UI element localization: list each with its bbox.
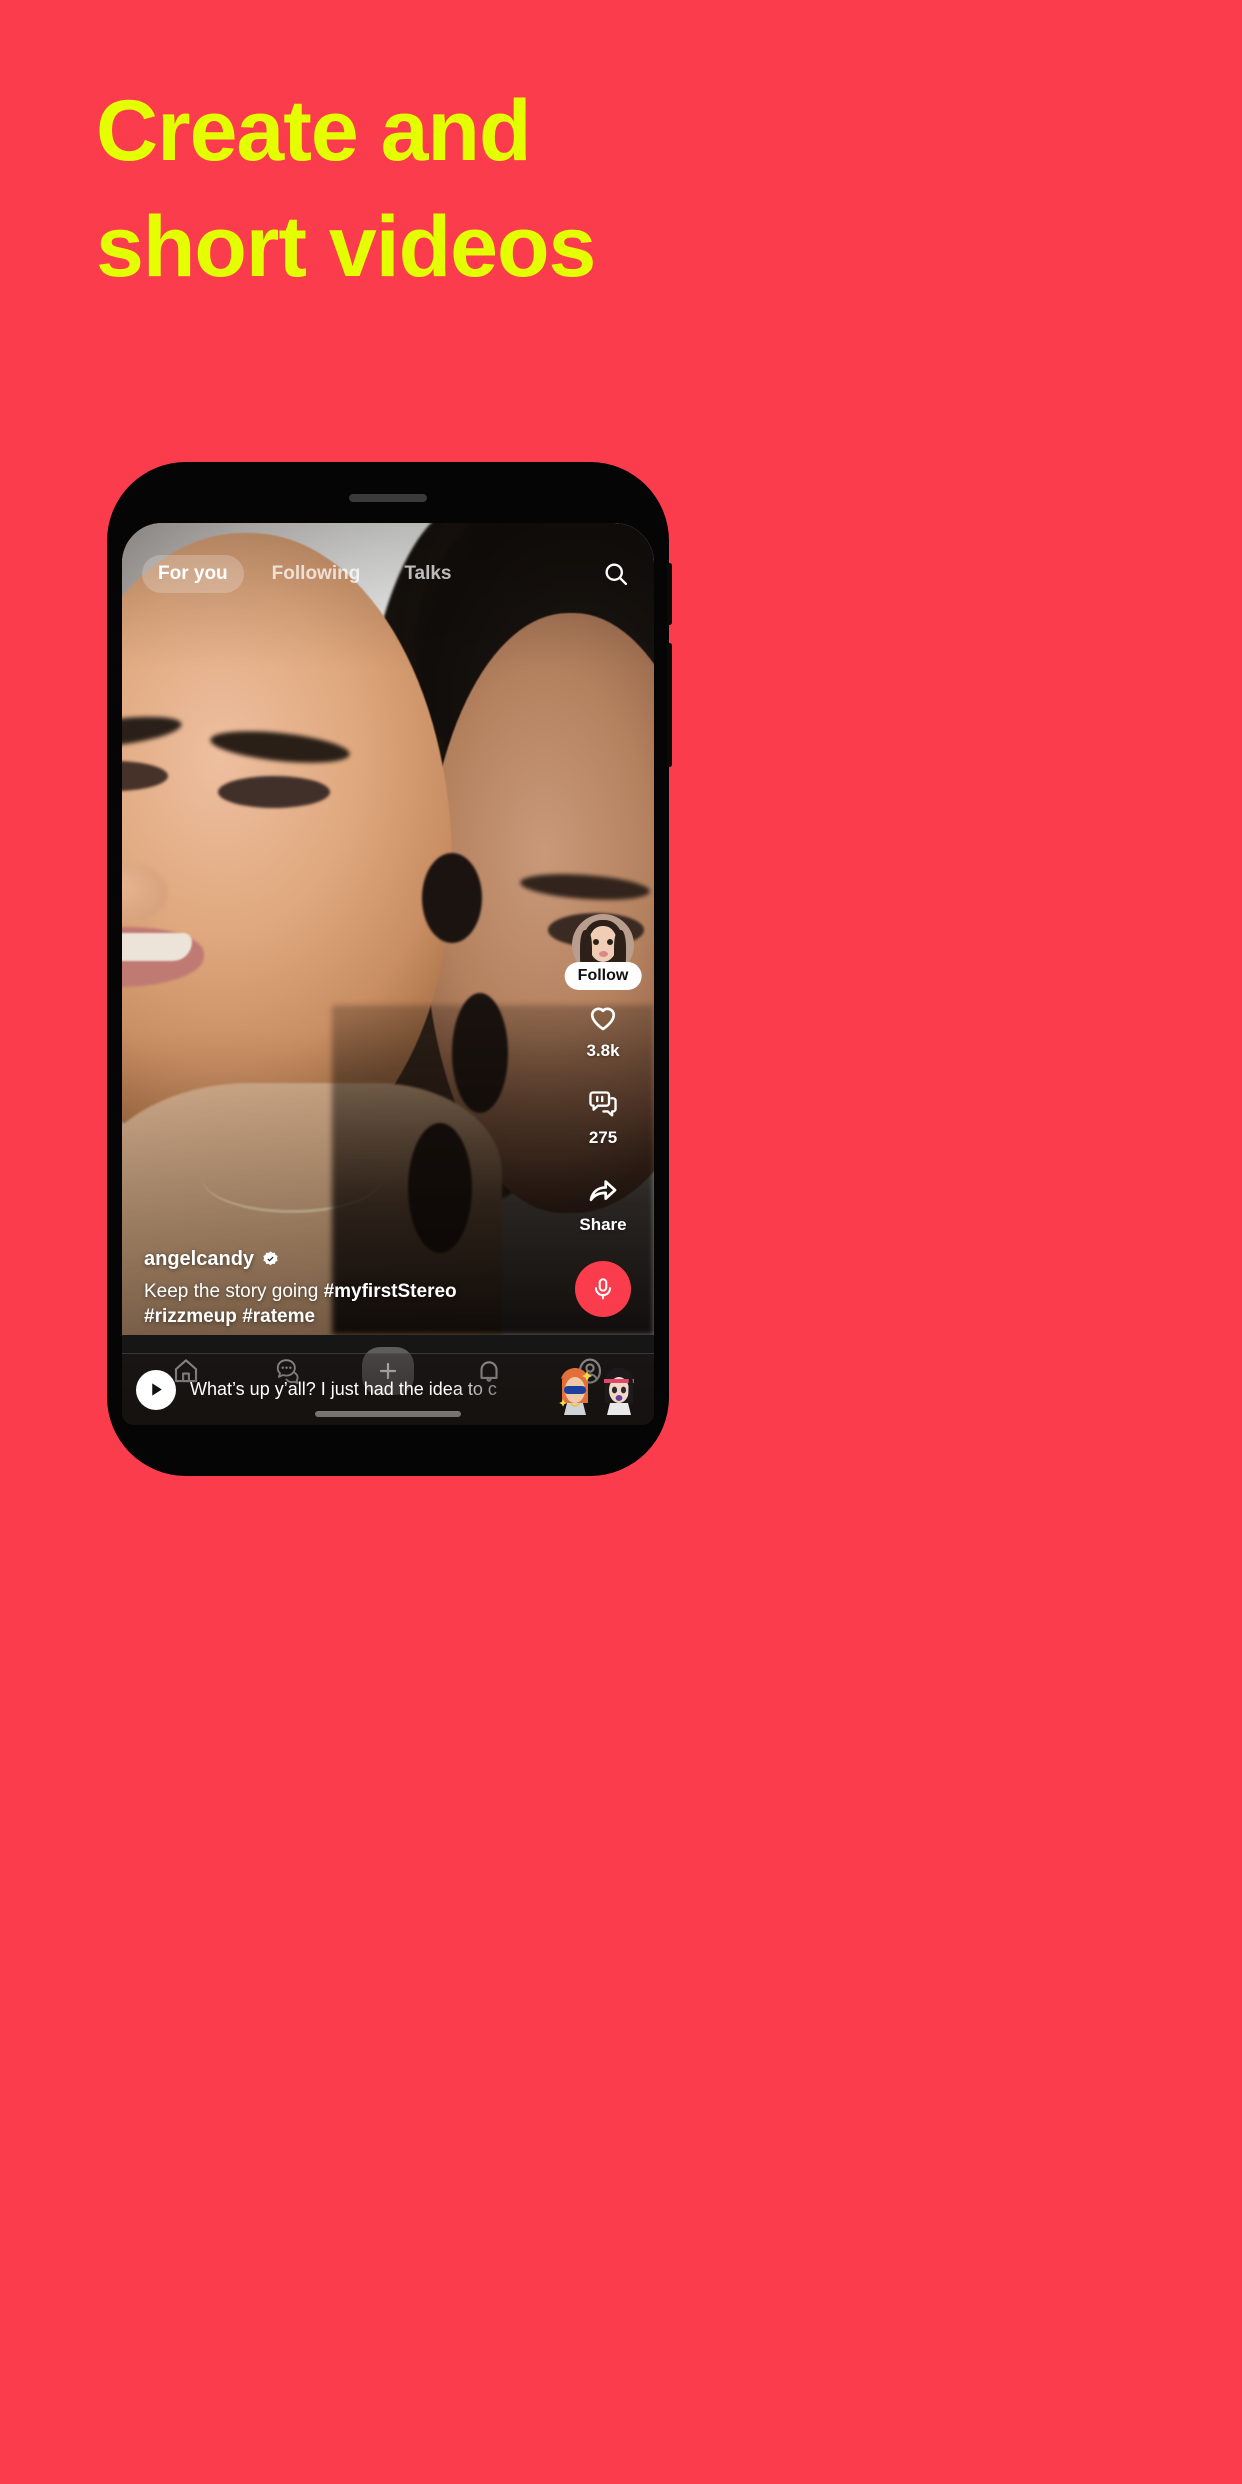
heart-icon bbox=[586, 998, 620, 1036]
bitmoji-orange-hair-sunglasses bbox=[554, 1365, 596, 1415]
page-title-line-2: short videos bbox=[96, 199, 596, 295]
like-button[interactable]: 3.8k bbox=[586, 998, 620, 1061]
share-button[interactable]: Share bbox=[579, 1172, 627, 1235]
follow-button[interactable]: Follow bbox=[564, 962, 642, 990]
comment-bubbles-icon bbox=[586, 1085, 620, 1123]
phone-speaker bbox=[349, 494, 427, 502]
caption-user-row[interactable]: angelcandy bbox=[144, 1248, 474, 1271]
caption-text-plain: Keep the story going bbox=[144, 1280, 324, 1302]
caption-text: Keep the story going #myfirstStereo #riz… bbox=[144, 1279, 474, 1329]
feed-tab-bar: For you Following Talks bbox=[122, 551, 654, 597]
search-icon[interactable] bbox=[598, 556, 634, 592]
page-title: Create and short videos bbox=[96, 88, 1156, 290]
tab-for-you[interactable]: For you bbox=[142, 555, 244, 593]
microphone-icon bbox=[590, 1276, 616, 1302]
phone-side-button-lower bbox=[667, 643, 672, 767]
author-avatar-wrapper[interactable]: Follow bbox=[564, 914, 642, 990]
like-count: 3.8k bbox=[586, 1041, 620, 1060]
tab-following[interactable]: Following bbox=[256, 555, 377, 593]
microphone-button[interactable] bbox=[575, 1261, 631, 1317]
video-caption: angelcandy Keep the story going #myfirst… bbox=[144, 1248, 474, 1329]
action-rail: Follow 3.8k 275 Share bbox=[564, 914, 642, 1317]
share-label: Share bbox=[579, 1215, 627, 1234]
comment-count: 275 bbox=[588, 1128, 618, 1147]
share-arrow-icon bbox=[586, 1172, 620, 1210]
tab-talks[interactable]: Talks bbox=[388, 555, 467, 593]
page-title-line-1: Create and bbox=[96, 83, 532, 179]
phone-screen: For you Following Talks Follow 3.8k 275 … bbox=[122, 523, 654, 1425]
phone-side-button-upper bbox=[667, 563, 672, 625]
avatar-eye-right bbox=[607, 939, 613, 945]
bitmoji-dark-hair-headband bbox=[598, 1365, 640, 1415]
caption-username[interactable]: angelcandy bbox=[144, 1248, 254, 1271]
avatar-eye-left bbox=[593, 939, 599, 945]
avatar-mouth bbox=[599, 951, 608, 957]
phone-mockup: For you Following Talks Follow 3.8k 275 … bbox=[108, 463, 672, 1475]
audio-comment-bar[interactable]: What’s up y’all? I just had the idea to … bbox=[122, 1353, 654, 1425]
play-icon[interactable] bbox=[136, 1369, 176, 1410]
verified-badge-icon bbox=[261, 1250, 280, 1269]
comment-button[interactable]: 275 bbox=[586, 1085, 620, 1148]
audio-avatars[interactable] bbox=[554, 1365, 640, 1415]
audio-caption-text: What’s up y’all? I just had the idea to … bbox=[190, 1379, 497, 1399]
